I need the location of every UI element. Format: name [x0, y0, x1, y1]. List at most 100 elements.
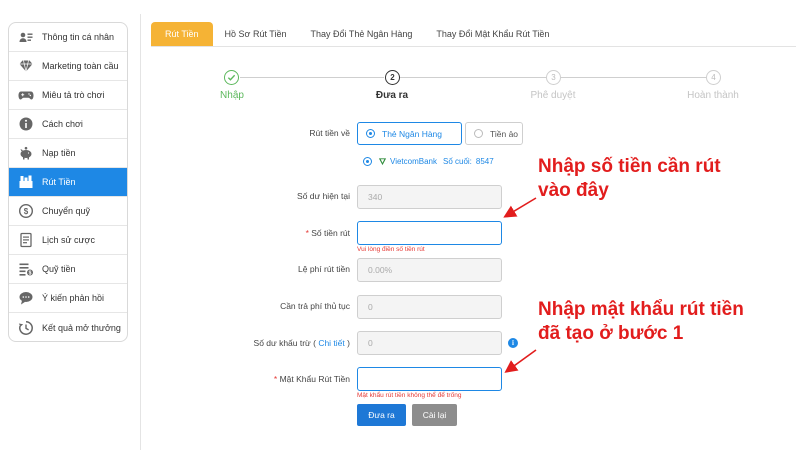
- required-mark: *: [273, 374, 278, 384]
- submit-button[interactable]: Đưa ra: [357, 404, 406, 426]
- divider: [140, 14, 141, 450]
- sidebar-item-label: Lịch sử cược: [42, 235, 95, 245]
- sidebar-item-label: Quỹ tiền: [42, 264, 76, 274]
- sidebar-item-transfer[interactable]: $ Chuyển quỹ: [9, 197, 127, 226]
- deduct-balance-label: Số dư khấu trừ ( Chi tiết ): [150, 338, 350, 348]
- sidebar-item-label: Chuyển quỹ: [42, 206, 91, 216]
- required-mark: *: [305, 228, 309, 238]
- chat-bubble-icon: [18, 290, 34, 306]
- amount-arrow: [503, 197, 537, 218]
- step-2-indicator: 2: [385, 70, 400, 85]
- password-arrow: [504, 349, 537, 373]
- step-1-check-icon: [224, 70, 239, 85]
- info-circle-icon[interactable]: i: [508, 338, 518, 348]
- step-4-label: Hoàn thành: [687, 90, 739, 101]
- procedure-fee-label: Cần trả phí thủ tục: [280, 301, 350, 311]
- sidebar-item-label: Ý kiến phản hồi: [42, 293, 105, 303]
- option-label: Thẻ Ngân Hàng: [382, 128, 443, 139]
- password-label: * Mật Khẩu Rút Tiền: [150, 374, 350, 384]
- step-4-indicator: 4: [706, 70, 721, 85]
- procedure-fee-field: 0: [357, 295, 502, 319]
- sidebar: Thông tin cá nhân Marketing toàn cầu Miê…: [8, 22, 128, 342]
- annotation-line: Nhập mật khẩu rút tiền: [538, 299, 744, 320]
- step-1-label: Nhập: [220, 90, 244, 101]
- withdraw-page: Thông tin cá nhân Marketing toàn cầu Miê…: [0, 0, 800, 450]
- step-3-indicator: 3: [546, 70, 561, 85]
- reset-button[interactable]: Cài lại: [412, 404, 457, 426]
- money-list-icon: $: [18, 261, 34, 277]
- piggy-bank-icon: [18, 145, 34, 161]
- annotation-line: Nhập số tiền cần rút: [538, 156, 721, 177]
- option-bank-card[interactable]: Thẻ Ngân Hàng: [357, 122, 462, 145]
- sidebar-item-bet-history[interactable]: Lịch sử cược: [9, 226, 127, 255]
- option-label: Tiền ảo: [490, 128, 519, 139]
- deduct-label-suffix: ): [347, 338, 350, 348]
- sidebar-item-feedback[interactable]: Ý kiến phản hồi: [9, 284, 127, 313]
- step-connector: [240, 77, 384, 78]
- document-list-icon: [18, 232, 34, 248]
- history-icon: [18, 320, 34, 336]
- sidebar-item-game-description[interactable]: Miêu tả trò chơi: [9, 81, 127, 110]
- dollar-circle-icon: $: [18, 203, 34, 219]
- balance-field: 340: [357, 185, 502, 209]
- withdraw-password-input[interactable]: [357, 367, 502, 391]
- amount-annotation: Nhập số tiền cần rút vào đây: [538, 155, 721, 203]
- deduct-detail-link[interactable]: Chi tiết: [318, 338, 344, 348]
- step-connector: [400, 77, 546, 78]
- password-error: Mật khẩu rút tiền không thể để trống: [357, 392, 462, 399]
- sidebar-item-funds[interactable]: $ Quỹ tiền: [9, 255, 127, 284]
- annotation-line: đã tạo ở bước 1: [538, 323, 684, 344]
- sidebar-item-label: Thông tin cá nhân: [42, 32, 115, 42]
- info-icon: [18, 116, 34, 132]
- password-annotation: Nhập mật khẩu rút tiền đã tạo ở bước 1: [538, 298, 744, 346]
- diamond-icon: [18, 58, 34, 74]
- tab-change-bank-card[interactable]: Thay Đổi Thẻ Ngân Hàng: [298, 22, 424, 46]
- sidebar-item-label: Rút Tiền: [42, 177, 76, 187]
- sidebar-item-label: Marketing toàn cầu: [42, 61, 119, 71]
- sidebar-item-deposit[interactable]: Nạp tiền: [9, 139, 127, 168]
- sidebar-item-marketing[interactable]: Marketing toàn cầu: [9, 52, 127, 81]
- sidebar-item-label: Kết quả mở thưởng: [42, 322, 121, 333]
- deduct-balance-field: 0: [357, 331, 502, 355]
- gamepad-icon: [18, 87, 34, 103]
- tab-underline: [151, 46, 796, 47]
- sidebar-item-how-to-play[interactable]: Cách chơi: [9, 110, 127, 139]
- sidebar-item-label: Cách chơi: [42, 119, 83, 129]
- radio-dot: [366, 129, 375, 138]
- svg-text:$: $: [29, 270, 32, 276]
- amount-label-text: Số tiền rút: [311, 228, 350, 238]
- tab-withdraw-history[interactable]: Hồ Sơ Rút Tiền: [213, 22, 299, 46]
- user-card-icon: [18, 29, 34, 45]
- password-label-text: Mật Khẩu Rút Tiền: [279, 374, 350, 384]
- fee-field: 0.00%: [357, 258, 502, 282]
- amount-label: * Số tiền rút: [150, 228, 350, 238]
- annotation-line: vào đây: [538, 180, 609, 201]
- fee-label: Lệ phí rút tiền: [298, 264, 350, 274]
- radio-dot: [474, 129, 483, 138]
- bank-name: VietcomBank: [390, 157, 437, 166]
- sidebar-item-profile[interactable]: Thông tin cá nhân: [9, 23, 127, 52]
- withdraw-icon: [18, 174, 34, 190]
- balance-label: Số dư hiện tại: [297, 191, 350, 201]
- vietcombank-logo-icon: [378, 158, 387, 166]
- step-connector: [561, 77, 706, 78]
- withdraw-to-label: Rút tiền về: [309, 128, 350, 138]
- option-crypto[interactable]: Tiền ảo: [465, 122, 523, 145]
- amount-error: Vui lòng điền số tiền rút: [357, 246, 425, 253]
- tab-change-withdraw-password[interactable]: Thay Đổi Mật Khẩu Rút Tiền: [424, 22, 561, 46]
- step-3-label: Phê duyệt: [530, 90, 576, 101]
- bank-last-digits-label: Số cuối:: [443, 157, 472, 166]
- tab-bar: Rút Tiền Hồ Sơ Rút Tiền Thay Đổi Thẻ Ngâ…: [151, 22, 561, 46]
- sidebar-item-results[interactable]: Kết quả mở thưởng: [9, 313, 127, 341]
- step-2-label: Đưa ra: [375, 90, 409, 101]
- deduct-label-text: Số dư khấu trừ (: [253, 338, 316, 348]
- bank-account-option[interactable]: VietcomBank Số cuối: 8547: [363, 157, 494, 166]
- sidebar-item-withdraw[interactable]: Rút Tiền: [9, 168, 127, 197]
- amount-input[interactable]: [357, 221, 502, 245]
- tab-withdraw[interactable]: Rút Tiền: [151, 22, 213, 46]
- bank-last-digits: 8547: [475, 157, 494, 166]
- sidebar-item-label: Nạp tiền: [42, 148, 76, 158]
- sidebar-item-label: Miêu tả trò chơi: [42, 90, 105, 100]
- radio-dot: [363, 157, 372, 166]
- svg-text:$: $: [24, 207, 29, 216]
